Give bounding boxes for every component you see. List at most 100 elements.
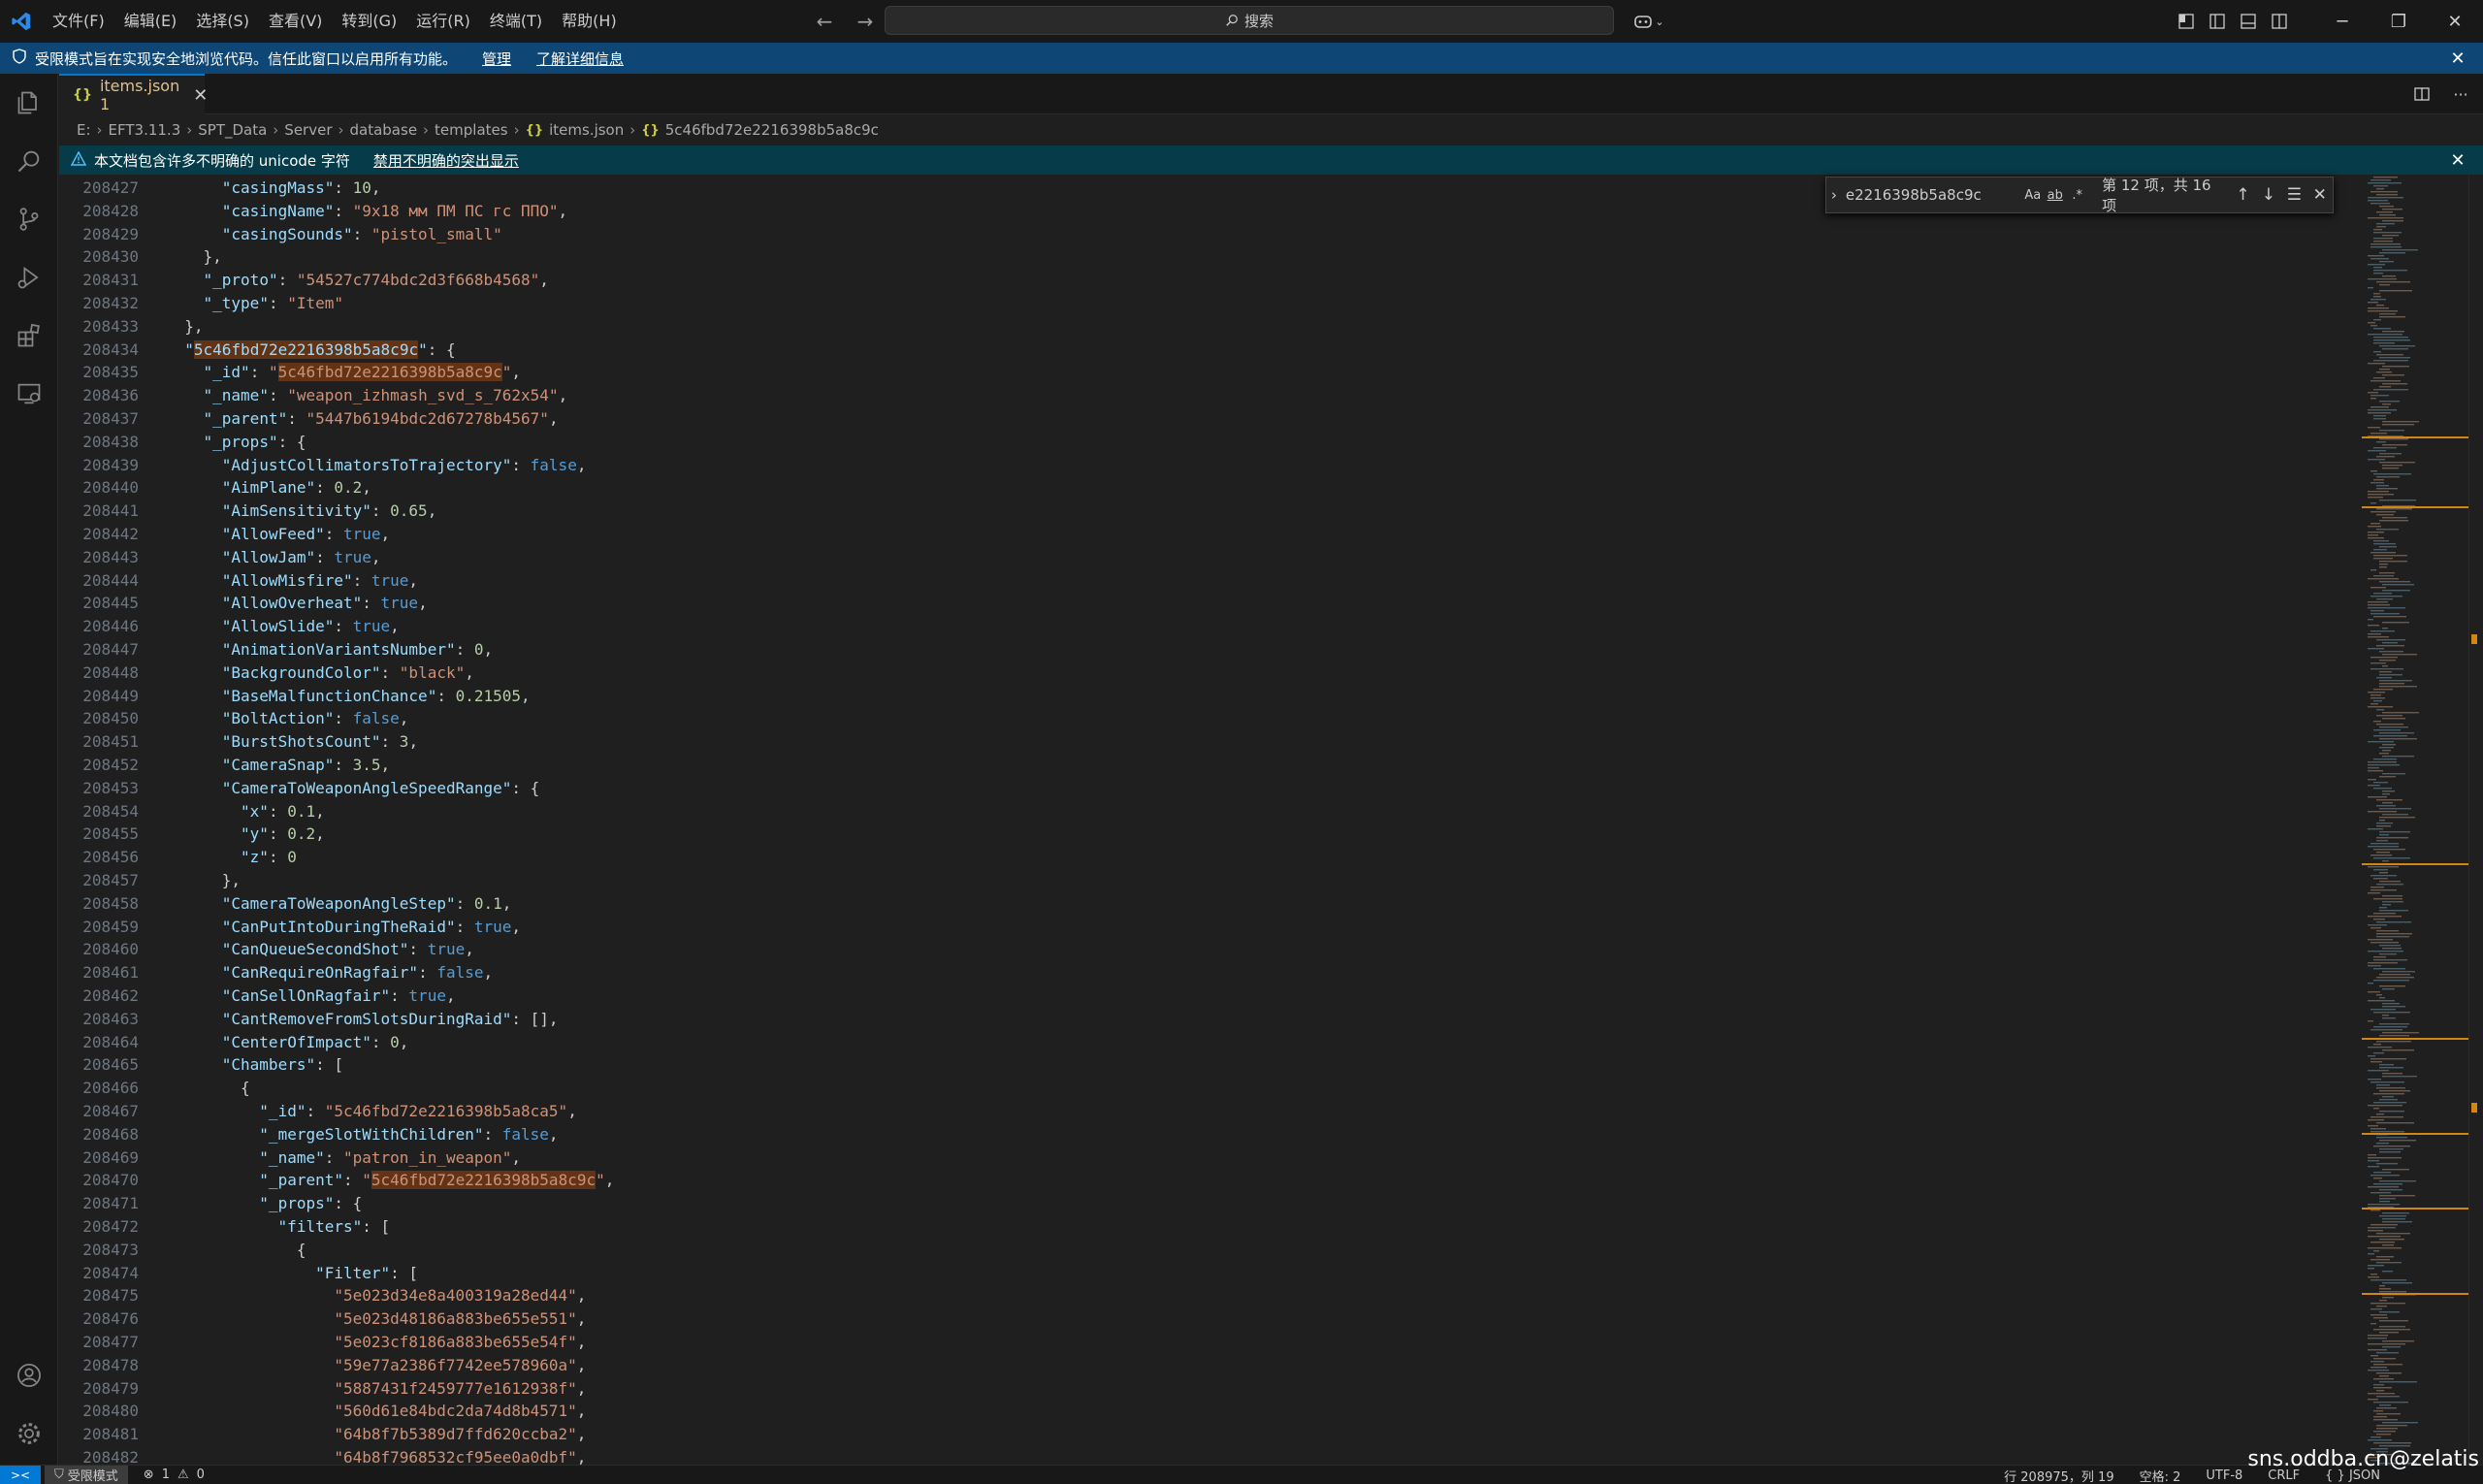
manage-link[interactable]: 管理 (482, 48, 511, 69)
close-window-icon[interactable]: ✕ (2427, 0, 2483, 43)
code-token: "BoltAction" (221, 709, 335, 728)
code-token: : (334, 201, 353, 220)
minimap-line (2379, 313, 2396, 315)
indentation[interactable]: 空格: 2 (2140, 1467, 2181, 1484)
line-number: 208456 (82, 848, 139, 867)
search-icon[interactable] (0, 132, 58, 190)
customize-layout-icon[interactable] (2171, 0, 2202, 43)
code-line: "AdjustCollimatorsToTrajectory": false, (222, 454, 587, 477)
minimap-line (2379, 453, 2402, 455)
code-editor[interactable]: 208427 "casingMass": 10, 208428 "casingName… (59, 175, 2483, 1465)
minimap-line (2376, 799, 2402, 801)
code-token: , (465, 940, 474, 959)
menu-item[interactable]: 选择(S) (186, 0, 259, 43)
run-debug-icon[interactable] (0, 248, 58, 306)
minimap-line (2373, 1183, 2402, 1185)
menu-item[interactable]: 编辑(E) (114, 0, 187, 43)
minimap-line (2368, 619, 2373, 621)
find-input[interactable]: e2216398b5a8c9c (1842, 181, 2022, 209)
breadcrumb-item[interactable]: database (350, 121, 418, 139)
toggle-secondary-sidebar-icon[interactable] (2264, 0, 2295, 43)
minimap-line (2373, 898, 2402, 900)
navigation-arrows: ← → (811, 8, 879, 35)
cursor-position[interactable]: 行 208975，列 19 (2004, 1467, 2113, 1484)
minimap-line (2379, 1300, 2387, 1302)
problems-indicator[interactable]: ⊗ 1 ⚠ 0 (144, 1468, 205, 1482)
learn-more-link[interactable]: 了解详细信息 (536, 48, 624, 69)
menu-item[interactable]: 查看(V) (259, 0, 332, 43)
regex-toggle[interactable]: .* (2066, 182, 2088, 208)
watermark: sns.oddba.cn@zelatis (2247, 1447, 2479, 1471)
minimap-line (2379, 1099, 2398, 1101)
menu-item[interactable]: 终端(T) (480, 0, 552, 43)
code-token: : (334, 178, 353, 197)
arrow-down-icon[interactable]: ↓ (2256, 181, 2281, 209)
restore-icon[interactable]: ❐ (2370, 0, 2427, 43)
minimap-line (2368, 1265, 2384, 1267)
command-center-search[interactable]: 搜索 (885, 6, 1614, 35)
more-actions-icon[interactable]: ··· (2448, 81, 2473, 107)
close-icon[interactable]: ✕ (2307, 181, 2333, 209)
code-token: : (343, 1171, 363, 1190)
code-token: false (501, 1124, 549, 1144)
minimap-line (2368, 526, 2381, 528)
toggle-panel-icon[interactable] (2233, 0, 2264, 43)
code-token: "_mergeSlotWithChildren" (259, 1124, 484, 1144)
code-token: " (184, 339, 194, 359)
breadcrumb-item[interactable]: SPT_Data (198, 121, 267, 139)
restricted-mode-label: 受限模式 (67, 1469, 118, 1484)
minimap-line (2373, 1384, 2384, 1386)
accounts-icon[interactable] (0, 1346, 58, 1404)
minimap-find-marker (2362, 1293, 2468, 1295)
toggle-primary-sidebar-icon[interactable] (2202, 0, 2233, 43)
remote-explorer-icon[interactable] (0, 365, 58, 423)
disable-highlight-link[interactable]: 禁用不明确的突出显示 (373, 150, 519, 171)
remote-indicator-icon[interactable]: >< (0, 1465, 41, 1484)
minimap[interactable] (2362, 175, 2468, 1465)
extensions-icon[interactable] (0, 306, 58, 365)
minimap-line (2376, 805, 2396, 807)
breadcrumb-item[interactable]: Server (284, 121, 332, 139)
source-control-icon[interactable] (0, 190, 58, 248)
menu-item[interactable]: 运行(R) (406, 0, 480, 43)
minimap-line (2373, 241, 2393, 242)
back-arrow-icon[interactable]: ← (811, 8, 838, 35)
code-token: true (380, 594, 419, 613)
arrow-up-icon[interactable]: ↑ (2230, 181, 2255, 209)
code-line: "AimSensitivity": 0.65, (222, 500, 437, 523)
restricted-mode-indicator[interactable]: ⛉ 受限模式 (45, 1465, 128, 1484)
explorer-icon[interactable] (0, 74, 58, 132)
breadcrumb-item[interactable]: EFT3.11.3 (109, 121, 181, 139)
code-token: , (315, 801, 325, 821)
close-icon[interactable]: ✕ (2446, 47, 2469, 70)
forward-arrow-icon[interactable]: → (852, 8, 879, 35)
close-icon[interactable]: ✕ (193, 85, 208, 106)
chevron-right-icon: › (513, 121, 520, 139)
encoding[interactable]: UTF-8 (2206, 1468, 2242, 1483)
minimize-icon[interactable]: ─ (2314, 0, 2370, 43)
split-editor-icon[interactable] (2409, 81, 2435, 107)
gear-icon[interactable] (0, 1404, 58, 1463)
breadcrumb-item[interactable]: 5c46fbd72e2216398b5a8c9c (665, 121, 879, 139)
code-token: "AnimationVariantsNumber" (221, 640, 456, 659)
code-line: "casingMass": 10, (222, 177, 381, 200)
breadcrumb-item[interactable]: E: (77, 121, 91, 139)
tab-items-json[interactable]: {} items.json 1 ✕ (59, 74, 208, 114)
chevron-right-icon[interactable]: › (1826, 186, 1842, 204)
menu-item[interactable]: 文件(F) (43, 0, 114, 43)
breadcrumb-item[interactable]: templates (435, 121, 508, 139)
editor-scrollbar[interactable] (2468, 175, 2483, 1465)
copilot-menu[interactable]: ⌄ (1628, 8, 1670, 35)
minimap-line (2373, 447, 2397, 449)
find-in-selection-icon[interactable]: ☰ (2281, 181, 2306, 209)
menu-item[interactable]: 转到(G) (332, 0, 406, 43)
match-case-toggle[interactable]: Aa (2021, 182, 2044, 208)
minimap-line (2370, 523, 2380, 525)
breadcrumb-item[interactable]: items.json (549, 121, 624, 139)
activity-bar (0, 74, 58, 1470)
whole-word-toggle[interactable]: ab (2044, 182, 2066, 208)
menu-item[interactable]: 帮助(H) (552, 0, 627, 43)
close-icon[interactable]: ✕ (2446, 148, 2469, 172)
minimap-line (2382, 622, 2409, 624)
minimap-line (2370, 1367, 2387, 1369)
